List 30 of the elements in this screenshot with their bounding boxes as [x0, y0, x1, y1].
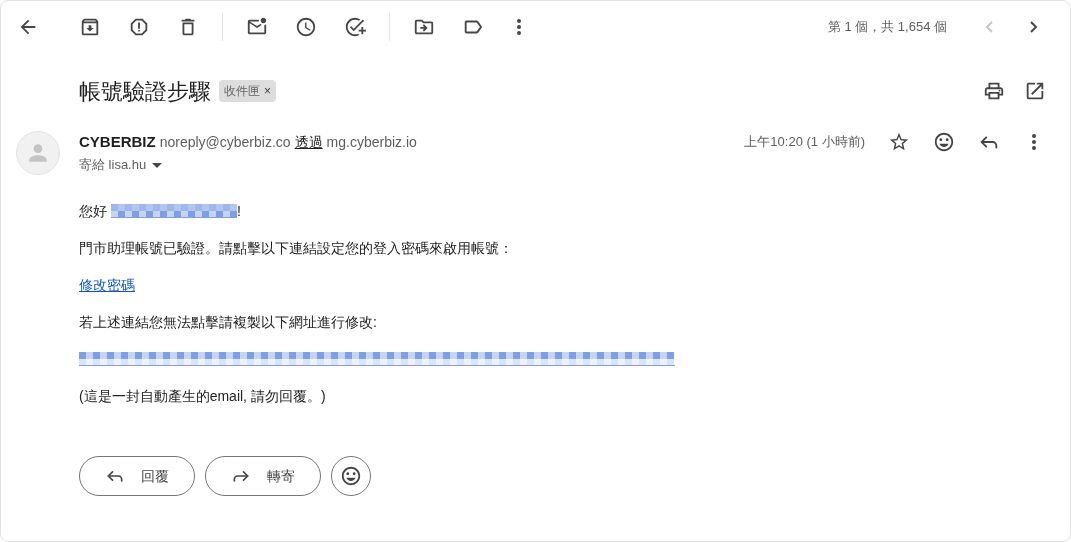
archive-icon	[79, 16, 101, 38]
star-icon	[888, 131, 910, 153]
sent-time: 上午10:20 (1 小時前)	[744, 133, 865, 152]
intro-paragraph: 門市助理帳號已驗證。請點擊以下連結設定您的登入密碼來啟用帳號：	[79, 239, 514, 258]
exclamation-octagon-icon	[128, 16, 150, 38]
recipient-text: 寄給 lisa.hu	[79, 156, 147, 175]
external-link-icon	[1024, 80, 1046, 102]
remove-label-button[interactable]: ×	[264, 82, 271, 100]
label-text: 收件匣	[224, 83, 260, 100]
pager-text: 第 1 個，共 1,654 個	[827, 18, 947, 37]
printer-icon	[983, 80, 1005, 102]
sender-name: CYBERBIZ	[79, 131, 156, 152]
sender-email: noreply@cyberbiz.co	[159, 132, 291, 152]
more-icon	[1032, 134, 1036, 150]
email-subject: 帳號驗證步驟	[79, 77, 211, 106]
greeting-text: 您好	[79, 201, 107, 221]
smiley-icon	[933, 131, 955, 153]
more-icon	[517, 19, 521, 35]
smiley-icon	[340, 465, 362, 487]
chevron-right-icon	[1030, 21, 1038, 33]
greeting-punctuation: !	[237, 201, 241, 221]
fallback-paragraph: 若上述連結您無法點擊請複製以下網址進行修改:	[79, 313, 378, 332]
check-plus-icon	[344, 16, 366, 38]
dropdown-caret-icon[interactable]	[152, 162, 163, 168]
auto-generated-notice: (這是一封自動產生的email, 請勿回覆。)	[79, 387, 327, 406]
change-password-link[interactable]: 修改密碼	[79, 275, 135, 295]
via-link[interactable]: 透過	[294, 131, 323, 153]
clock-icon	[295, 16, 317, 38]
chevron-left-icon	[985, 21, 993, 33]
via-domain: mg.cyberbiz.io	[326, 132, 417, 152]
